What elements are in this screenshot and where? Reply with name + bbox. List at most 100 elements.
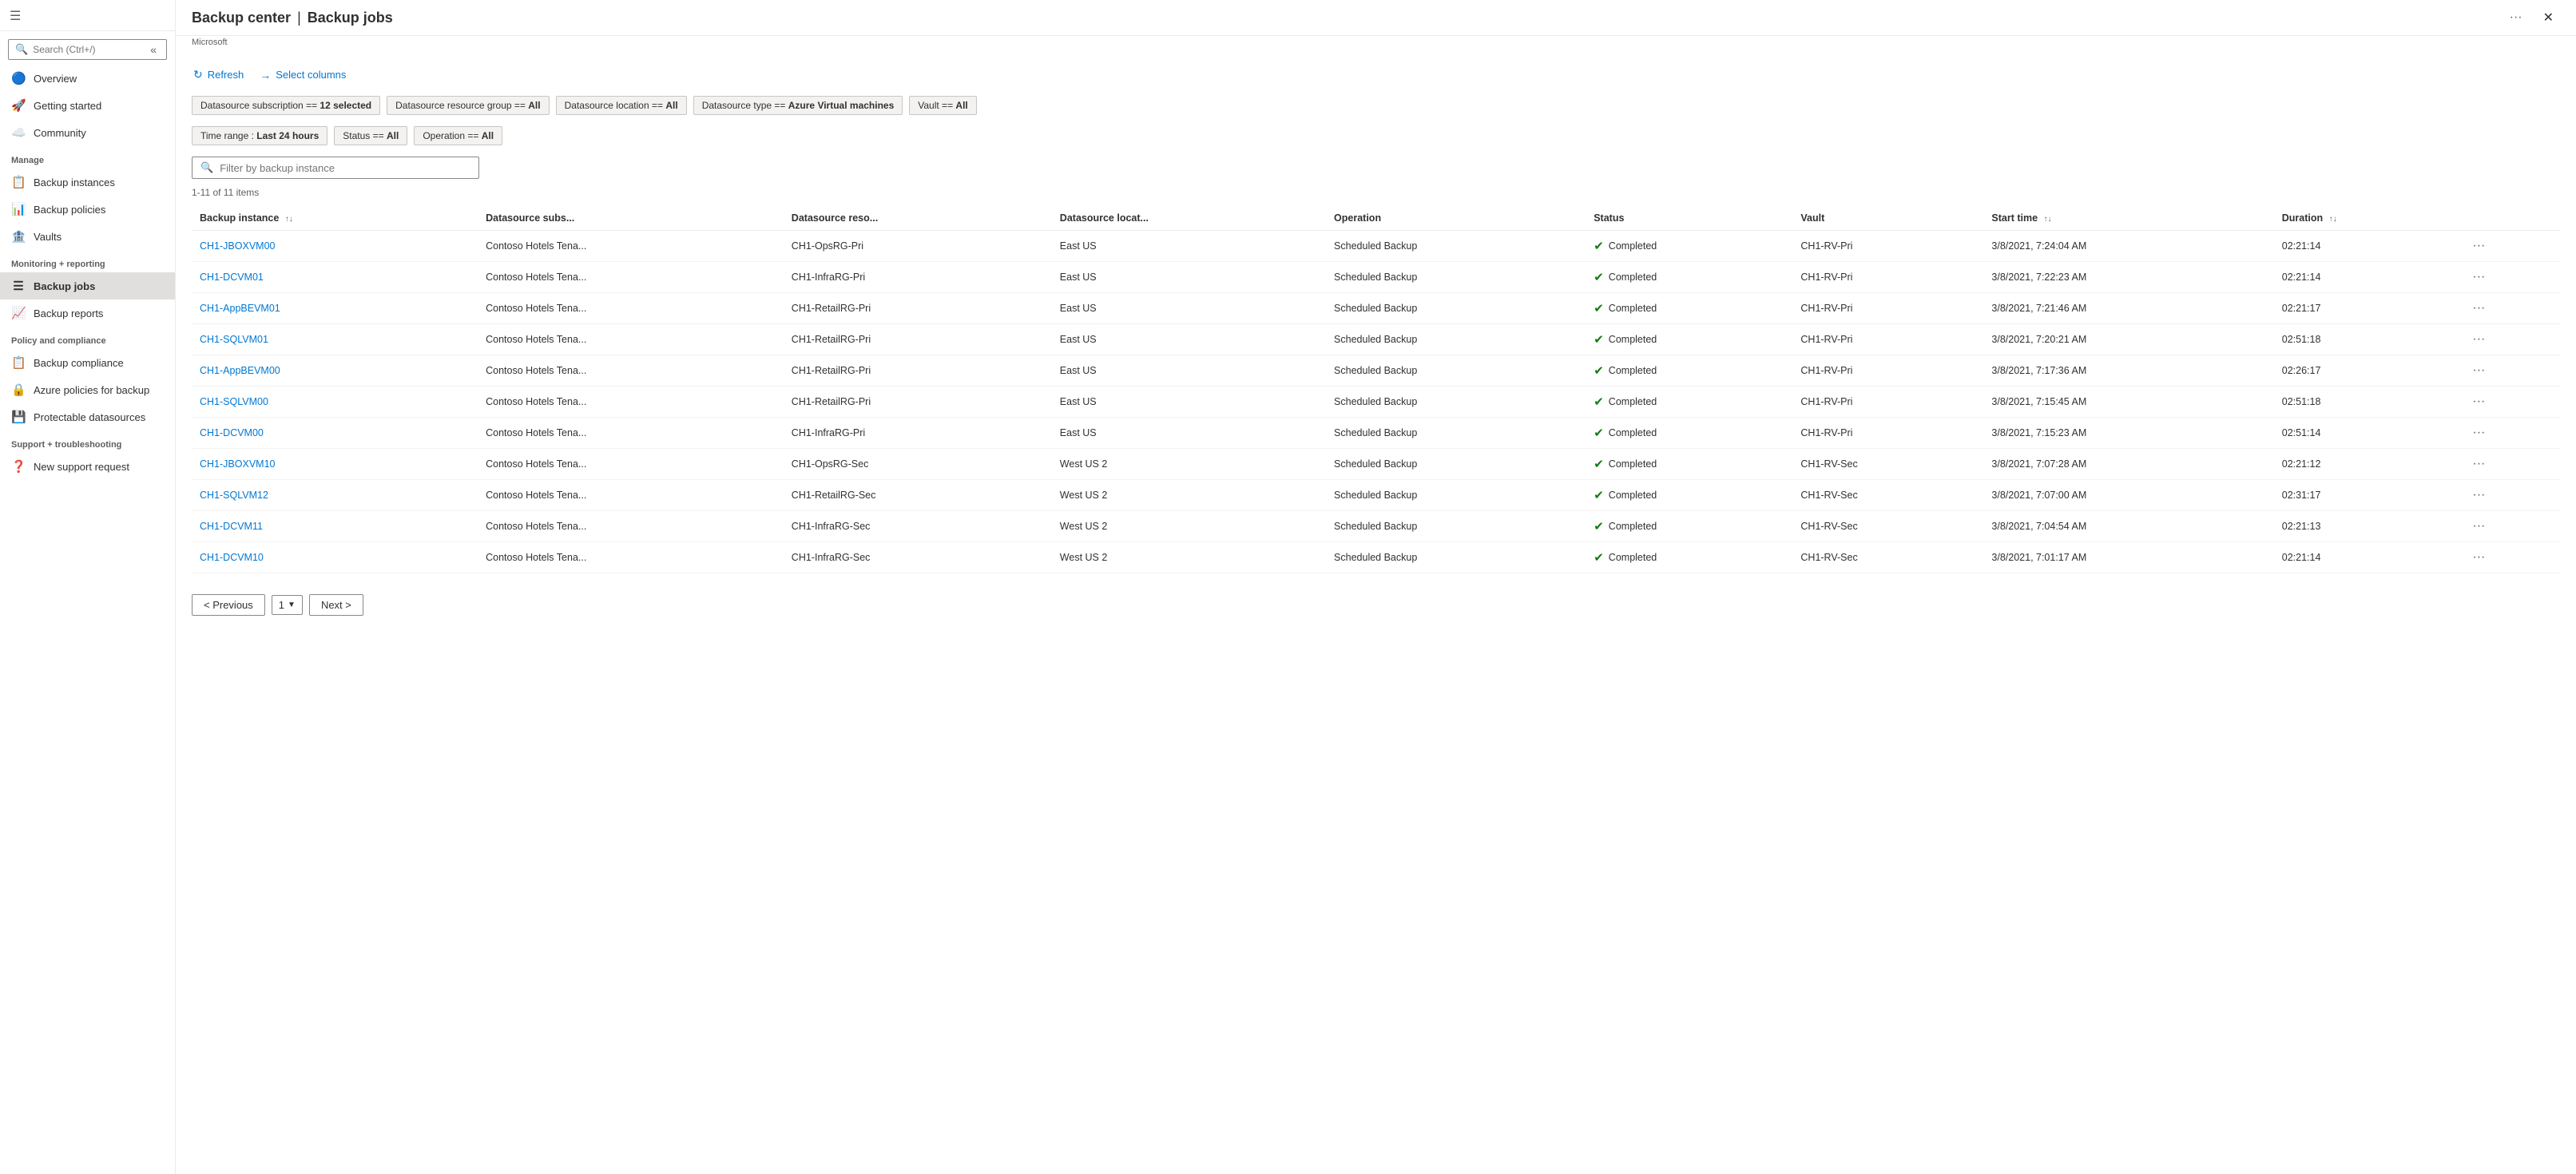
select-columns-button[interactable]: → Select columns	[258, 65, 347, 85]
cell-datasource-subs: Contoso Hotels Tena...	[478, 324, 784, 355]
cell-more[interactable]: ···	[2459, 418, 2560, 449]
sidebar-item-label: Backup reports	[34, 307, 103, 319]
chevron-down-icon: ▼	[288, 601, 296, 609]
search-input[interactable]	[33, 44, 142, 55]
table-row[interactable]: CH1-DCVM01 Contoso Hotels Tena... CH1-In…	[192, 262, 2560, 293]
cell-vault: CH1-RV-Pri	[1792, 231, 1983, 262]
cell-more[interactable]: ···	[2459, 262, 2560, 293]
completed-icon: ✔	[1594, 550, 1604, 565]
sidebar-item-backup-policies[interactable]: 📊 Backup policies	[0, 196, 175, 223]
filter-datasource-sub[interactable]: Datasource subscription == 12 selected	[192, 96, 380, 115]
cell-more[interactable]: ···	[2459, 324, 2560, 355]
sidebar-item-vaults[interactable]: 🏦 Vaults	[0, 223, 175, 250]
ellipsis-menu[interactable]: ···	[2503, 7, 2529, 28]
page-selector[interactable]: 1 ▼	[272, 595, 303, 615]
cell-duration: 02:51:18	[2274, 387, 2460, 418]
filter-operation[interactable]: Operation == All	[414, 126, 502, 145]
sidebar-item-backup-reports[interactable]: 📈 Backup reports	[0, 299, 175, 327]
filter-datasource-loc[interactable]: Datasource location == All	[556, 96, 687, 115]
completed-icon: ✔	[1594, 270, 1604, 284]
status-label: Completed	[1609, 365, 1657, 376]
table-row[interactable]: CH1-JBOXVM00 Contoso Hotels Tena... CH1-…	[192, 231, 2560, 262]
cell-more[interactable]: ···	[2459, 449, 2560, 480]
sidebar-header: ☰	[0, 0, 175, 31]
table-row[interactable]: CH1-AppBEVM00 Contoso Hotels Tena... CH1…	[192, 355, 2560, 387]
sidebar-item-azure-policies[interactable]: 🔒 Azure policies for backup	[0, 376, 175, 403]
table-row[interactable]: CH1-JBOXVM10 Contoso Hotels Tena... CH1-…	[192, 449, 2560, 480]
close-button[interactable]: ✕	[2537, 6, 2560, 29]
top-bar-actions: ··· ✕	[2503, 6, 2560, 29]
cell-backup-instance: CH1-DCVM11	[192, 511, 478, 542]
more-options-button[interactable]: ···	[2467, 518, 2490, 535]
sidebar-item-label: Getting started	[34, 100, 101, 112]
more-options-button[interactable]: ···	[2467, 549, 2490, 566]
table-row[interactable]: CH1-AppBEVM01 Contoso Hotels Tena... CH1…	[192, 293, 2560, 324]
sidebar-item-backup-jobs[interactable]: ☰ Backup jobs	[0, 272, 175, 299]
pill-label: Vault ==	[918, 100, 955, 111]
more-options-button[interactable]: ···	[2467, 393, 2490, 411]
previous-button[interactable]: < Previous	[192, 594, 265, 616]
sidebar-item-backup-instances[interactable]: 📋 Backup instances	[0, 169, 175, 196]
filter-status[interactable]: Status == All	[334, 126, 407, 145]
sidebar-item-protectable-datasources[interactable]: 💾 Protectable datasources	[0, 403, 175, 430]
table-row[interactable]: CH1-DCVM11 Contoso Hotels Tena... CH1-In…	[192, 511, 2560, 542]
cell-more[interactable]: ···	[2459, 355, 2560, 387]
filter-time-range[interactable]: Time range : Last 24 hours	[192, 126, 327, 145]
table-row[interactable]: CH1-SQLVM12 Contoso Hotels Tena... CH1-R…	[192, 480, 2560, 511]
col-label: Datasource reso...	[792, 212, 878, 224]
filter-search-box[interactable]: 🔍	[192, 157, 479, 179]
filter-datasource-rg[interactable]: Datasource resource group == All	[387, 96, 549, 115]
cell-more[interactable]: ···	[2459, 480, 2560, 511]
table-row[interactable]: CH1-SQLVM00 Contoso Hotels Tena... CH1-R…	[192, 387, 2560, 418]
table-row[interactable]: CH1-DCVM10 Contoso Hotels Tena... CH1-In…	[192, 542, 2560, 573]
cell-datasource-locat: East US	[1052, 418, 1326, 449]
filter-vault[interactable]: Vault == All	[909, 96, 977, 115]
col-duration[interactable]: Duration ↑↓	[2274, 206, 2460, 231]
filter-search-input[interactable]	[220, 162, 470, 174]
sidebar-item-getting-started[interactable]: 🚀 Getting started	[0, 92, 175, 119]
col-label: Operation	[1334, 212, 1381, 224]
sort-icon[interactable]: ↑↓	[2044, 215, 2052, 224]
refresh-icon: ↻	[193, 68, 203, 81]
collapse-icon[interactable]: «	[147, 43, 160, 56]
cell-more[interactable]: ···	[2459, 511, 2560, 542]
more-options-button[interactable]: ···	[2467, 424, 2490, 442]
cell-more[interactable]: ···	[2459, 542, 2560, 573]
cell-start-time: 3/8/2021, 7:22:23 AM	[1983, 262, 2273, 293]
cell-status: ✔ Completed	[1586, 355, 1792, 387]
more-options-button[interactable]: ···	[2467, 486, 2490, 504]
more-options-button[interactable]: ···	[2467, 237, 2490, 255]
more-options-button[interactable]: ···	[2467, 299, 2490, 317]
cell-more[interactable]: ···	[2459, 387, 2560, 418]
next-button[interactable]: Next >	[309, 594, 363, 616]
cell-more[interactable]: ···	[2459, 231, 2560, 262]
table-row[interactable]: CH1-SQLVM01 Contoso Hotels Tena... CH1-R…	[192, 324, 2560, 355]
search-box[interactable]: 🔍 «	[8, 39, 167, 60]
cell-status: ✔ Completed	[1586, 231, 1792, 262]
refresh-label: Refresh	[208, 69, 244, 81]
more-options-button[interactable]: ···	[2467, 268, 2490, 286]
sidebar-item-label: Vaults	[34, 231, 62, 243]
hamburger-icon[interactable]: ☰	[10, 8, 21, 24]
sort-icon[interactable]: ↑↓	[2329, 215, 2337, 224]
completed-icon: ✔	[1594, 301, 1604, 315]
more-options-button[interactable]: ···	[2467, 362, 2490, 379]
sidebar-item-community[interactable]: ☁️ Community	[0, 119, 175, 146]
backup-instances-icon: 📋	[11, 175, 26, 189]
cell-datasource-subs: Contoso Hotels Tena...	[478, 262, 784, 293]
refresh-button[interactable]: ↻ Refresh	[192, 65, 245, 85]
table-row[interactable]: CH1-DCVM00 Contoso Hotels Tena... CH1-In…	[192, 418, 2560, 449]
completed-icon: ✔	[1594, 426, 1604, 440]
col-backup-instance[interactable]: Backup instance ↑↓	[192, 206, 478, 231]
cell-operation: Scheduled Backup	[1326, 262, 1586, 293]
more-options-button[interactable]: ···	[2467, 455, 2490, 473]
sidebar-item-overview[interactable]: 🔵 Overview	[0, 65, 175, 92]
cell-duration: 02:51:18	[2274, 324, 2460, 355]
col-start-time[interactable]: Start time ↑↓	[1983, 206, 2273, 231]
filter-datasource-type[interactable]: Datasource type == Azure Virtual machine…	[693, 96, 903, 115]
sidebar-item-new-support[interactable]: ❓ New support request	[0, 453, 175, 480]
sort-icon[interactable]: ↑↓	[285, 215, 293, 224]
sidebar-item-backup-compliance[interactable]: 📋 Backup compliance	[0, 349, 175, 376]
more-options-button[interactable]: ···	[2467, 331, 2490, 348]
cell-more[interactable]: ···	[2459, 293, 2560, 324]
